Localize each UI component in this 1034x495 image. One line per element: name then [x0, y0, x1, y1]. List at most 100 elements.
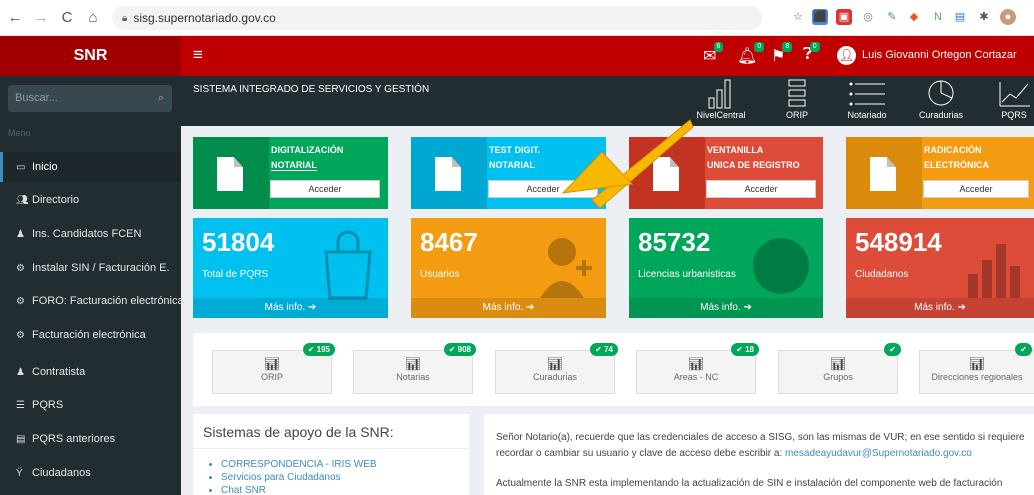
browser-toolbar: ← → C ⌂ 🔒︎ sisg.supernotariado.gov.co ☆ … [0, 0, 1034, 36]
sidebar-item-directorio[interactable]: 👥︎ Directorio [0, 185, 181, 215]
sidebar-item-foro[interactable]: ⚙ FORO: Facturación electrónica [0, 286, 184, 316]
pqrs-shortcut[interactable]: PQRS [984, 78, 1034, 124]
search-icon[interactable]: ⌕ [158, 85, 164, 112]
strip-icon-label: ORIP [785, 110, 808, 120]
sidebar-item-inicio[interactable]: ▭ Inicio [0, 152, 181, 182]
user-avatar-icon[interactable]: 👤︎ [837, 46, 856, 65]
notice-text: recordar o cambiar su usuario y clave de… [496, 448, 783, 459]
extension-icon[interactable]: ⬛ [812, 9, 828, 25]
extension-icon[interactable]: ▣ [836, 9, 852, 25]
acceder-button[interactable]: Acceder [270, 180, 380, 198]
support-links: CORRESPONDENCIA - IRIS WEB Servicios par… [221, 458, 377, 495]
reload-button[interactable]: C [56, 9, 78, 26]
more-info-link[interactable]: Más info. ➔ [846, 298, 1034, 318]
count-badge: ✔ 74 [590, 343, 618, 356]
sidebar-item-pqrs-anteriores[interactable]: ▤ PQRS anteriores [0, 424, 181, 454]
sidebar-item-candidatos[interactable]: ♟ Ins. Candidatos FCEN [0, 219, 181, 249]
user-add-icon [540, 238, 592, 298]
user-icon: ♟ [16, 229, 25, 240]
support-systems-panel: Sistemas de apoyo de la SNR: CORRESPONDE… [193, 414, 469, 495]
shortcut-label: Direcciones regionales [931, 372, 1023, 382]
menu-toggle-icon[interactable]: ≡ [193, 45, 203, 65]
forward-button[interactable]: → [30, 9, 52, 26]
more-info-link[interactable]: Más info. ➔ [411, 298, 606, 318]
puzzle-icon[interactable]: ✱ [976, 9, 992, 25]
profile-avatar-icon[interactable]: ● [1000, 9, 1016, 25]
email-link[interactable]: mesadeayudavur@Supernotariado.gov.co [785, 448, 972, 459]
home-button[interactable]: ⌂ [82, 9, 104, 26]
sidebar-item-pqrs[interactable]: ☰ PQRS [0, 390, 181, 420]
shopping-bag-icon [324, 230, 372, 300]
extension-icon[interactable]: ▤ [952, 9, 968, 25]
bell-icon[interactable]: 🔔︎ 0 [737, 42, 765, 66]
stat-box-usuarios: 8467 Usuarios Más info. ➔ [411, 218, 606, 318]
shortcut-label: ORIP [260, 372, 283, 382]
count-badge: ✔ 908 [443, 343, 476, 356]
mail-icon[interactable]: ✉ 6 [703, 42, 724, 66]
more-info-link[interactable]: Más info. ➔ [629, 298, 823, 318]
shortcut-grupos[interactable]: ✔ 📊︎ Grupos [778, 343, 901, 394]
acceder-button[interactable]: Acceder [923, 180, 1029, 198]
box-icon-area [846, 137, 922, 209]
sidebar-item-contratista[interactable]: ♟ Contratista [0, 357, 181, 387]
sidebar-item-label: Inicio [32, 161, 58, 173]
count-badge: ✔ 18 [731, 343, 759, 356]
support-title: Sistemas de apoyo de la SNR: [203, 424, 394, 440]
bar-chart-icon: 📊︎ [968, 356, 986, 371]
shortcut-label: Areas - NC [673, 372, 719, 382]
sidebar-item-label: Instalar SIN / Facturación E. [32, 262, 170, 274]
sidebar-item-instalar-sin[interactable]: ⚙ Instalar SIN / Facturación E. [0, 253, 181, 283]
bar-chart-icon: 📊︎ [829, 356, 847, 371]
search-input[interactable]: Buscar... ⌕ [8, 85, 172, 112]
extension-icon[interactable]: ◆ [906, 9, 922, 25]
shortcut-direcciones[interactable]: ✔ 📊︎ Direcciones regionales [919, 343, 1034, 394]
orip-shortcut[interactable]: ORIP [767, 78, 827, 124]
cogs-icon: ⚙ [16, 330, 25, 341]
nivelcentral-shortcut[interactable]: NivelCentral [691, 78, 751, 124]
list-icon: ▤ [16, 434, 26, 445]
user-icon: ♟ [16, 367, 25, 378]
support-link[interactable]: Servicios para Ciudadanos [221, 471, 377, 484]
support-link[interactable]: CORRESPONDENCIA - IRIS WEB [221, 458, 377, 471]
extension-icon[interactable]: ✎ [884, 9, 900, 25]
radicacion-box: RADICACIÓN ELECTRÓNICA Acceder [846, 137, 1034, 209]
notariado-shortcut[interactable]: Notariado [837, 78, 897, 124]
shortcut-orip[interactable]: ✔ 195 📊︎ ORIP [212, 343, 335, 394]
count-badge: ✔ [1015, 343, 1032, 356]
document-icon [653, 157, 679, 191]
stat-box-ciudadanos: 548914 Ciudadanos Más info. ➔ [846, 218, 1034, 318]
pie-chart-icon [928, 80, 954, 106]
star-icon[interactable]: ☆ [790, 9, 806, 25]
more-info-link[interactable]: Más info. ➔ [193, 298, 388, 318]
notification-badge: 6 [713, 42, 724, 52]
shortcut-curadurias[interactable]: ✔ 74 📊︎ Curadurias [495, 343, 618, 394]
curadurias-shortcut[interactable]: Curadurias [911, 78, 971, 124]
url-text: sisg.supernotariado.gov.co [133, 11, 276, 25]
shortcut-areas-nc[interactable]: ✔ 18 📊︎ Areas - NC [636, 343, 759, 394]
shortcut-label: Curadurias [532, 372, 578, 382]
shortcut-label: Notarias [396, 372, 430, 382]
sidebar-item-facturacion[interactable]: ⚙ Facturación electrónica [0, 320, 181, 350]
building-icon [708, 79, 731, 109]
notice-panel: Señor Notario(a), recuerde que las crede… [484, 414, 1034, 495]
sidebar-item-ciudadanos[interactable]: Ÿ Ciudadanos [0, 458, 181, 488]
notification-badge: 0 [754, 42, 765, 52]
support-link[interactable]: Chat SNR [221, 484, 377, 495]
strip-icon-label: Notariado [847, 110, 887, 120]
notification-badge: 0 [809, 42, 820, 52]
extension-icon[interactable]: ◎ [860, 9, 876, 25]
address-bar[interactable]: 🔒︎ sisg.supernotariado.gov.co [112, 6, 762, 30]
sidebar: Buscar... ⌕ Menu ▭ Inicio 👥︎ Directorio ♟ I… [0, 76, 184, 495]
question-icon[interactable]: ❓︎ 0 [803, 42, 820, 64]
menu-header: Menu [8, 128, 31, 138]
app-logo[interactable]: SNR [0, 36, 181, 76]
back-button[interactable]: ← [4, 9, 26, 26]
acceder-button[interactable]: Acceder [488, 180, 598, 198]
user-name[interactable]: Luis Giovanni Ortegon Cortazar [862, 49, 1017, 61]
box-title-line: UNICA DE REGISTRO [707, 160, 800, 170]
acceder-button[interactable]: Acceder [706, 180, 816, 198]
flag-icon[interactable]: ⚑ 8 [771, 42, 793, 66]
list-icon: ☰ [16, 400, 25, 411]
shortcut-notarias[interactable]: ✔ 908 📊︎ Notarias [353, 343, 476, 394]
extension-icon[interactable]: N [930, 9, 946, 25]
